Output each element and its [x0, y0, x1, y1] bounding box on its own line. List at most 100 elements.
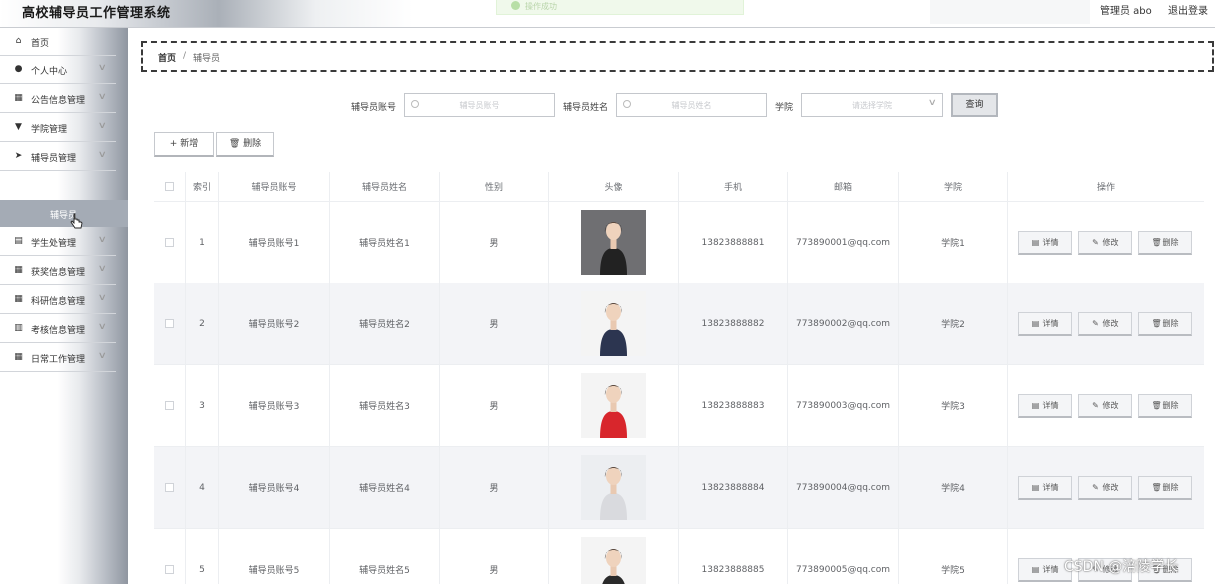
row-checkbox[interactable] [165, 319, 174, 328]
home-icon: ⌂ [15, 36, 22, 46]
row-checkbox[interactable] [165, 483, 174, 492]
sidebar-item-7[interactable]: ▦ 科研信息管理 ∨ [0, 286, 116, 314]
cell-phone: 13823888883 [679, 365, 788, 446]
logout-link[interactable]: 退出登录 [1168, 2, 1208, 17]
avatar [581, 291, 646, 356]
trash-icon: 🗑 [1151, 482, 1162, 492]
add-button[interactable]: + 新增 [154, 132, 214, 157]
sidebar: 辅导员 ⌂ 首页 ● 个人中心 ∨ ▦ 公告信息管理 ∨ ▼ 学院管理 ∨ ➤ 辅导员管理 ∨ ▤ 学生处管理… [0, 28, 128, 584]
select-all-checkbox[interactable] [165, 182, 174, 191]
detail-icon: ▤ [1031, 482, 1040, 492]
row-checkbox[interactable] [165, 238, 174, 247]
detail-button[interactable]: ▤ 详情 [1018, 475, 1072, 500]
detail-label: 详情 [1042, 482, 1059, 492]
sidebar-item-4[interactable]: ➤ 辅导员管理 ∨ [0, 143, 116, 171]
edit-label: 修改 [1102, 237, 1119, 247]
table-header: 索引 辅导员账号 辅导员姓名 性别 头像 手机 邮箱 学院 操作 [154, 172, 1204, 202]
chevron-down-icon: ∨ [97, 322, 107, 332]
edit-icon: ✎ [1092, 482, 1099, 492]
sidebar-item-8[interactable]: ▥ 考核信息管理 ∨ [0, 315, 116, 343]
detail-button[interactable]: ▤ 详情 [1018, 393, 1072, 418]
college-placeholder: 请选择学院 [852, 101, 892, 110]
sidebar-item-label: 学生处管理 [31, 239, 77, 249]
delete-label: 删除 [1162, 482, 1179, 492]
college-select[interactable]: 请选择学院 ∨ [801, 93, 943, 117]
edit-button[interactable]: ✎ 修改 [1078, 393, 1132, 418]
sidebar-item-label: 学院管理 [31, 125, 68, 135]
cell-name: 辅导员姓名3 [330, 365, 440, 446]
chart-icon: ▥ [14, 323, 23, 333]
delete-button[interactable]: 🗑删除 [1138, 230, 1192, 255]
chevron-down-icon: ∨ [97, 63, 107, 73]
cell-index: 2 [186, 283, 219, 364]
trash-icon: 🗑 [228, 139, 241, 149]
portrait-image [581, 373, 646, 438]
header-blank-area [930, 0, 1090, 24]
cell-actions: ▤ 详情 ✎ 修改 🗑删除 [1008, 202, 1204, 283]
table-row: 3 辅导员账号3 辅导员姓名3 男 13823888883 773890003@qq.co… [154, 365, 1204, 447]
sidebar-item-3[interactable]: ▼ 学院管理 ∨ [0, 114, 116, 142]
column-header: 学院 [899, 172, 1008, 201]
delete-button[interactable]: 🗑删除 [1138, 311, 1192, 336]
sidebar-item-0[interactable]: ⌂ 首页 [0, 28, 116, 56]
sidebar-item-label: 日常工作管理 [31, 355, 86, 365]
cell-email: 773890001@qq.com [788, 202, 899, 283]
cell-account: 辅导员账号1 [219, 202, 330, 283]
cell-avatar [549, 529, 679, 584]
edit-label: 修改 [1102, 318, 1119, 328]
detail-label: 详情 [1042, 564, 1059, 574]
sidebar-item-label: 个人中心 [31, 67, 68, 77]
sidebar-item-6[interactable]: ▦ 获奖信息管理 ∨ [0, 257, 116, 285]
cell-index: 5 [186, 529, 219, 584]
row-checkbox[interactable] [165, 565, 174, 574]
avatar [581, 210, 646, 275]
check-icon [511, 1, 520, 10]
watermark: CSDN @涪陵学长 [1064, 559, 1179, 575]
batch-delete-button[interactable]: 🗑 删除 [216, 132, 274, 157]
column-header: 操作 [1096, 183, 1115, 193]
column-header: 头像 [549, 172, 679, 201]
detail-button[interactable]: ▤ 详情 [1018, 230, 1072, 255]
row-select-cell [154, 202, 186, 283]
cell-gender: 男 [440, 447, 549, 528]
row-select-cell [154, 365, 186, 446]
cell-email: 773890002@qq.com [788, 283, 899, 364]
delete-button[interactable]: 🗑删除 [1138, 475, 1192, 500]
sidebar-item-1[interactable]: ● 个人中心 ∨ [0, 56, 116, 84]
row-checkbox[interactable] [165, 401, 174, 410]
name-search-input[interactable]: 辅导员姓名 [616, 93, 767, 117]
avatar [581, 455, 646, 520]
chevron-down-icon: ∨ [928, 98, 938, 108]
sidebar-subitem-counselor[interactable]: 辅导员 [0, 200, 128, 227]
cell-phone: 13823888884 [679, 447, 788, 528]
trophy-icon: ▼ [15, 122, 22, 132]
cell-index: 1 [186, 202, 219, 283]
row-select-cell [154, 447, 186, 528]
delete-button[interactable]: 🗑删除 [1138, 393, 1192, 418]
cell-email: 773890003@qq.com [788, 365, 899, 446]
edit-label: 修改 [1102, 482, 1119, 492]
sidebar-item-2[interactable]: ▦ 公告信息管理 ∨ [0, 85, 116, 113]
edit-button[interactable]: ✎ 修改 [1078, 230, 1132, 255]
edit-label: 修改 [1102, 400, 1119, 410]
cell-phone: 13823888885 [679, 529, 788, 584]
table-row: 4 辅导员账号4 辅导员姓名4 男 13823888884 773890004@qq.co… [154, 447, 1204, 529]
edit-button[interactable]: ✎ 修改 [1078, 475, 1132, 500]
cell-gender: 男 [440, 529, 549, 584]
edit-button[interactable]: ✎ 修改 [1078, 311, 1132, 336]
grid-icon: ▦ [14, 93, 23, 103]
detail-label: 详情 [1042, 400, 1059, 410]
query-button[interactable]: 查询 [951, 93, 998, 117]
account-search-input[interactable]: 辅导员账号 [404, 93, 555, 117]
delete-label: 删除 [1162, 318, 1179, 328]
delete-label: 删除 [1162, 237, 1179, 247]
column-header: 性别 [440, 172, 549, 201]
detail-button[interactable]: ▤ 详情 [1018, 311, 1072, 336]
detail-icon: ▤ [1031, 318, 1040, 328]
column-header: 索引 [186, 172, 219, 201]
breadcrumb-home[interactable]: 首页 [158, 51, 176, 64]
sidebar-item-5[interactable]: ▤ 学生处管理 ∨ [0, 228, 116, 256]
sidebar-item-9[interactable]: ▦ 日常工作管理 ∨ [0, 344, 116, 372]
cell-college: 学院2 [899, 283, 1008, 364]
portrait-image [581, 210, 646, 275]
